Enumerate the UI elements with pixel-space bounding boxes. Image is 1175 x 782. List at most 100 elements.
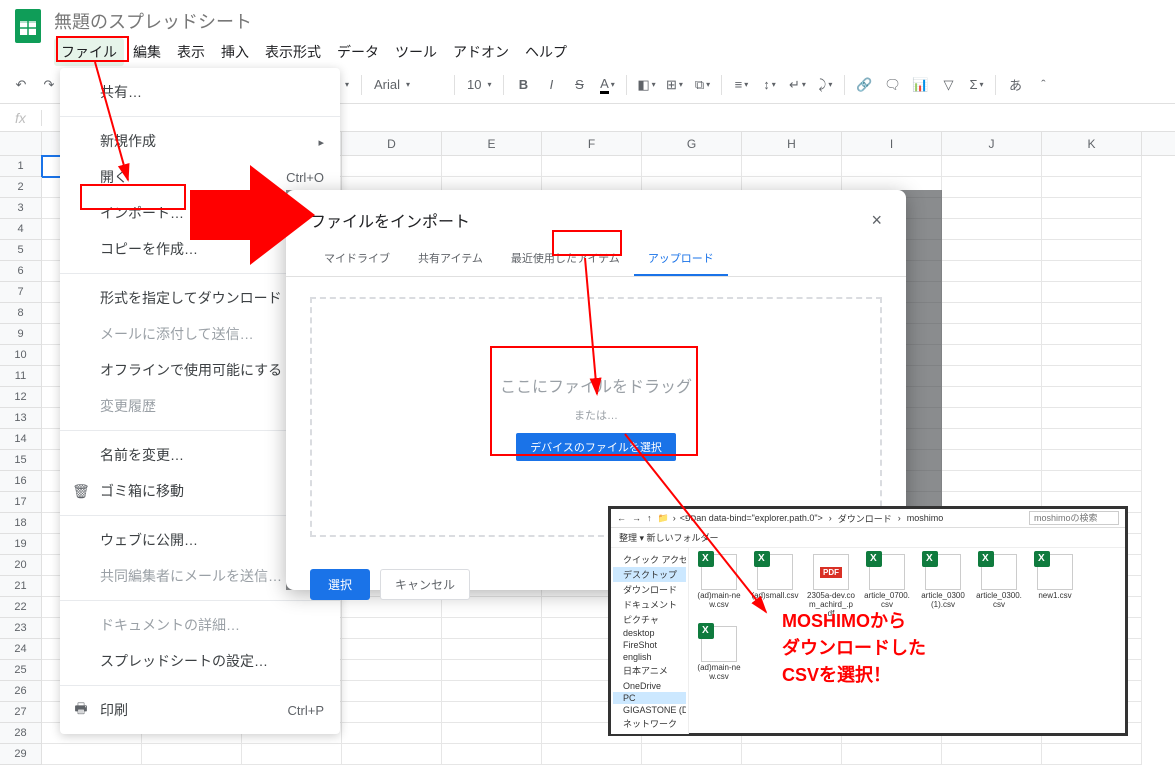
explorer-file-item[interactable]: article_0300 (1).csv	[919, 554, 967, 618]
row-header[interactable]: 12	[0, 387, 42, 408]
bold-button[interactable]: B	[510, 72, 536, 98]
row-header[interactable]: 24	[0, 639, 42, 660]
cell[interactable]	[142, 744, 242, 765]
borders-button[interactable]: ⊞	[661, 72, 687, 98]
menu-edit[interactable]: 編集	[126, 38, 168, 66]
strike-button[interactable]: S	[566, 72, 592, 98]
cell[interactable]	[342, 660, 442, 681]
row-header[interactable]: 3	[0, 198, 42, 219]
column-header[interactable]: J	[942, 132, 1042, 155]
row-header[interactable]: 21	[0, 576, 42, 597]
link-button[interactable]: 🔗	[851, 72, 877, 98]
cell[interactable]	[442, 156, 542, 177]
column-header[interactable]: E	[442, 132, 542, 155]
cell[interactable]	[942, 387, 1042, 408]
cell[interactable]	[1042, 219, 1142, 240]
cell[interactable]	[1042, 408, 1142, 429]
row-header[interactable]: 10	[0, 345, 42, 366]
merge-button[interactable]: ⧉	[689, 72, 715, 98]
input-tools-button[interactable]: あ	[1002, 72, 1028, 98]
menu-addons[interactable]: アドオン	[446, 38, 516, 66]
filter-button[interactable]: ▽	[935, 72, 961, 98]
row-header[interactable]: 1	[0, 156, 42, 177]
doc-title[interactable]: 無題のスプレッドシート	[54, 6, 1167, 36]
select-all-corner[interactable]	[0, 132, 42, 155]
cell[interactable]	[642, 156, 742, 177]
column-header[interactable]: H	[742, 132, 842, 155]
cell[interactable]	[542, 744, 642, 765]
cell[interactable]	[442, 744, 542, 765]
menu-file[interactable]: ファイル	[54, 38, 124, 66]
cell[interactable]	[1042, 450, 1142, 471]
menu-insert[interactable]: 挿入	[214, 38, 256, 66]
row-header[interactable]: 2	[0, 177, 42, 198]
row-header[interactable]: 13	[0, 408, 42, 429]
explorer-sidebar-item[interactable]: ダウンロード	[613, 582, 686, 597]
explorer-file-item[interactable]: (ad)main-new.csv	[695, 554, 743, 618]
cell[interactable]	[342, 702, 442, 723]
cell[interactable]	[942, 177, 1042, 198]
cell[interactable]	[942, 219, 1042, 240]
cell[interactable]	[942, 261, 1042, 282]
row-header[interactable]: 20	[0, 555, 42, 576]
row-header[interactable]: 11	[0, 366, 42, 387]
explorer-toolbar[interactable]: 整理 ▾ 新しいフォルダー	[611, 528, 1125, 548]
cell[interactable]	[642, 744, 742, 765]
nav-fwd-icon[interactable]: →	[632, 513, 641, 523]
column-header[interactable]: K	[1042, 132, 1142, 155]
cell[interactable]	[1042, 429, 1142, 450]
dialog-close-button[interactable]: ×	[871, 210, 882, 231]
cell[interactable]	[942, 198, 1042, 219]
cell[interactable]	[942, 429, 1042, 450]
explorer-sidebar-item[interactable]: デスクトップ	[613, 567, 686, 582]
font-select[interactable]: Arial	[368, 77, 448, 92]
dialog-cancel-button[interactable]: キャンセル	[380, 569, 470, 600]
text-color-button[interactable]: A	[594, 72, 620, 98]
cell[interactable]	[842, 156, 942, 177]
column-header[interactable]: G	[642, 132, 742, 155]
cell[interactable]	[342, 681, 442, 702]
menu-tools[interactable]: ツール	[388, 38, 444, 66]
redo-button[interactable]: ↷	[36, 72, 62, 98]
comment-button[interactable]: 🗨	[879, 72, 905, 98]
cell[interactable]	[342, 744, 442, 765]
menu-new[interactable]: 新規作成	[60, 123, 340, 159]
explorer-file-item[interactable]: new1.csv	[1031, 554, 1079, 618]
cell[interactable]	[1042, 324, 1142, 345]
wrap-button[interactable]: ↵	[784, 72, 810, 98]
row-header[interactable]: 16	[0, 471, 42, 492]
cell[interactable]	[1042, 156, 1142, 177]
row-header[interactable]: 26	[0, 681, 42, 702]
undo-button[interactable]: ↶	[8, 72, 34, 98]
cell[interactable]	[942, 408, 1042, 429]
cell[interactable]	[942, 240, 1042, 261]
cell[interactable]	[1042, 387, 1142, 408]
cell[interactable]	[442, 639, 542, 660]
cell[interactable]	[1042, 198, 1142, 219]
halign-button[interactable]: ≡	[728, 72, 754, 98]
explorer-sidebar-item[interactable]: FireShot	[613, 639, 686, 651]
cell[interactable]	[342, 723, 442, 744]
upload-dropzone[interactable]: ここにファイルをドラッグ または… デバイスのファイルを選択	[310, 297, 882, 537]
row-header[interactable]: 7	[0, 282, 42, 303]
nav-up-icon[interactable]: ↑	[647, 513, 652, 523]
menu-share[interactable]: 共有…	[60, 74, 340, 110]
explorer-sidebar-item[interactable]: ネットワーク	[613, 716, 686, 731]
explorer-sidebar-item[interactable]: ピクチャ	[613, 612, 686, 627]
row-header[interactable]: 19	[0, 534, 42, 555]
cell[interactable]	[1042, 366, 1142, 387]
menu-print[interactable]: 🖶印刷Ctrl+P	[60, 692, 340, 728]
cell[interactable]	[442, 723, 542, 744]
row-header[interactable]: 6	[0, 261, 42, 282]
cell[interactable]	[342, 639, 442, 660]
cell[interactable]	[1042, 345, 1142, 366]
cell[interactable]	[442, 660, 542, 681]
cell[interactable]	[942, 366, 1042, 387]
cell[interactable]	[442, 618, 542, 639]
nav-back-icon[interactable]: ←	[617, 513, 626, 523]
row-header[interactable]: 22	[0, 597, 42, 618]
column-header[interactable]: I	[842, 132, 942, 155]
cell[interactable]	[742, 156, 842, 177]
italic-button[interactable]: I	[538, 72, 564, 98]
row-header[interactable]: 8	[0, 303, 42, 324]
